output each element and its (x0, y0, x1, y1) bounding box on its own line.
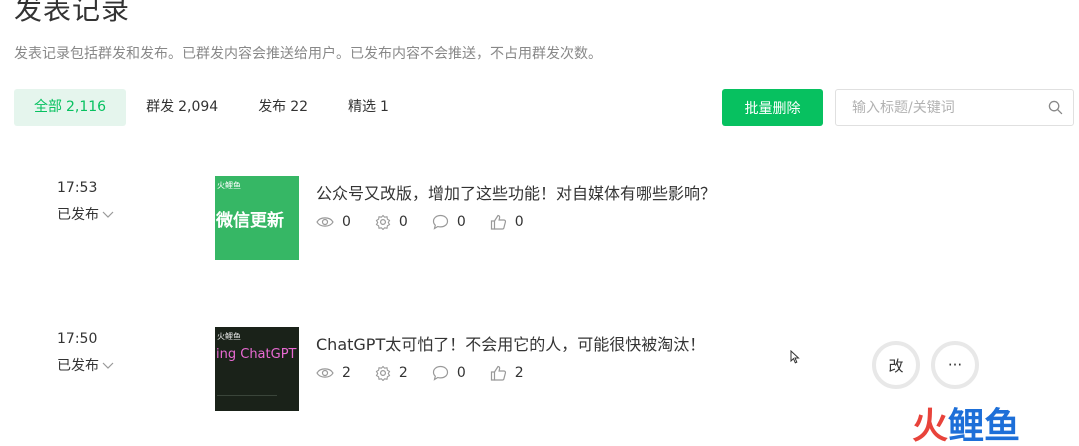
stat-views: 0 (316, 214, 351, 230)
share-icon (375, 365, 391, 381)
search-box (835, 89, 1074, 126)
stat-shares: 0 (375, 214, 408, 230)
stat-likes: 0 (490, 214, 524, 230)
page-description: 发表记录包括群发和发布。已群发内容会推送给用户。已发布内容不会推送，不占用群发次… (14, 46, 602, 62)
post-thumbnail[interactable]: 火鲤鱼 微信更新 (215, 176, 299, 260)
thumbnail-title: 微信更新 (216, 211, 284, 231)
tab-count: 1 (380, 99, 389, 115)
watermark-char-2: 鲤 (948, 406, 984, 444)
stat-views: 2 (316, 365, 351, 381)
tab-publish[interactable]: 发布 22 (238, 89, 328, 126)
stat-comments: 0 (432, 214, 466, 230)
filter-tabs: 全部 2,116 群发 2,094 发布 22 精选 1 (14, 89, 409, 126)
watermark-text: 火鲤鱼 (912, 406, 1020, 444)
tab-mass-send[interactable]: 群发 2,094 (126, 89, 238, 126)
post-status-label: 已发布 (57, 358, 99, 374)
eye-icon (316, 217, 334, 227)
watermark-char-1: 火 (912, 406, 948, 444)
thumbnail-brand: 火鲤鱼 (217, 181, 241, 190)
post-status-label: 已发布 (57, 207, 99, 223)
tab-all[interactable]: 全部 2,116 (14, 89, 127, 126)
post-thumbnail[interactable]: 火鲤鱼 ing ChatGPT (215, 327, 299, 411)
more-button[interactable]: ··· (931, 341, 979, 389)
eye-icon (316, 368, 334, 378)
tab-count: 2,094 (178, 99, 219, 115)
stat-comments-value: 0 (456, 365, 466, 381)
tab-label: 群发 (146, 99, 175, 115)
post-time: 17:53 (57, 180, 98, 196)
stat-shares-value: 2 (398, 365, 408, 381)
watermark-char-3: 鱼 (984, 406, 1020, 444)
post-row: 17:53 已发布 火鲤鱼 微信更新 公众号又改版，增加了这些功能！对自媒体有哪… (0, 176, 1079, 262)
tab-label: 全部 (34, 99, 62, 115)
thumbnail-title: ing ChatGPT (216, 347, 297, 362)
mouse-cursor-icon (790, 350, 800, 364)
post-stats: 0 0 0 0 (316, 212, 548, 232)
chevron-down-icon (102, 211, 114, 218)
thumbnail-brand: 火鲤鱼 (217, 332, 241, 341)
tab-featured[interactable]: 精选 1 (328, 89, 409, 126)
page-title: 发表记录 (14, 0, 131, 26)
post-stats: 2 2 0 2 (316, 363, 548, 383)
post-status-dropdown[interactable]: 已发布 (57, 204, 114, 224)
stat-views-value: 0 (342, 214, 351, 230)
post-title[interactable]: 公众号又改版，增加了这些功能！对自媒体有哪些影响？ (316, 180, 716, 204)
search-icon[interactable] (1047, 100, 1063, 116)
post-time: 17:50 (57, 331, 98, 347)
watermark-logo: 火鲤鱼 (912, 406, 1020, 444)
comment-icon (432, 365, 448, 381)
stat-views-value: 2 (342, 365, 351, 381)
share-icon (375, 214, 391, 230)
tab-count: 2,116 (66, 99, 107, 115)
tab-label: 发布 (258, 99, 287, 115)
tab-label: 精选 (348, 99, 377, 115)
post-title[interactable]: ChatGPT太可怕了！不会用它的人，可能很快被淘汰！ (316, 331, 705, 355)
stat-likes-value: 2 (514, 365, 524, 381)
batch-delete-button[interactable]: 批量删除 (722, 89, 823, 126)
thumbnail-divider (217, 395, 277, 396)
stat-likes: 2 (490, 365, 524, 381)
post-status-dropdown[interactable]: 已发布 (57, 355, 114, 375)
comment-icon (432, 214, 448, 230)
chevron-down-icon (102, 362, 114, 369)
stat-comments-value: 0 (456, 214, 466, 230)
stat-comments: 0 (432, 365, 466, 381)
tab-count: 22 (290, 99, 309, 115)
stat-shares: 2 (375, 365, 408, 381)
edit-button[interactable]: 改 (872, 341, 920, 389)
stat-likes-value: 0 (514, 214, 524, 230)
thumbs-up-icon (490, 214, 506, 230)
thumbs-up-icon (490, 365, 506, 381)
search-input[interactable] (852, 99, 1047, 116)
stat-shares-value: 0 (398, 214, 408, 230)
